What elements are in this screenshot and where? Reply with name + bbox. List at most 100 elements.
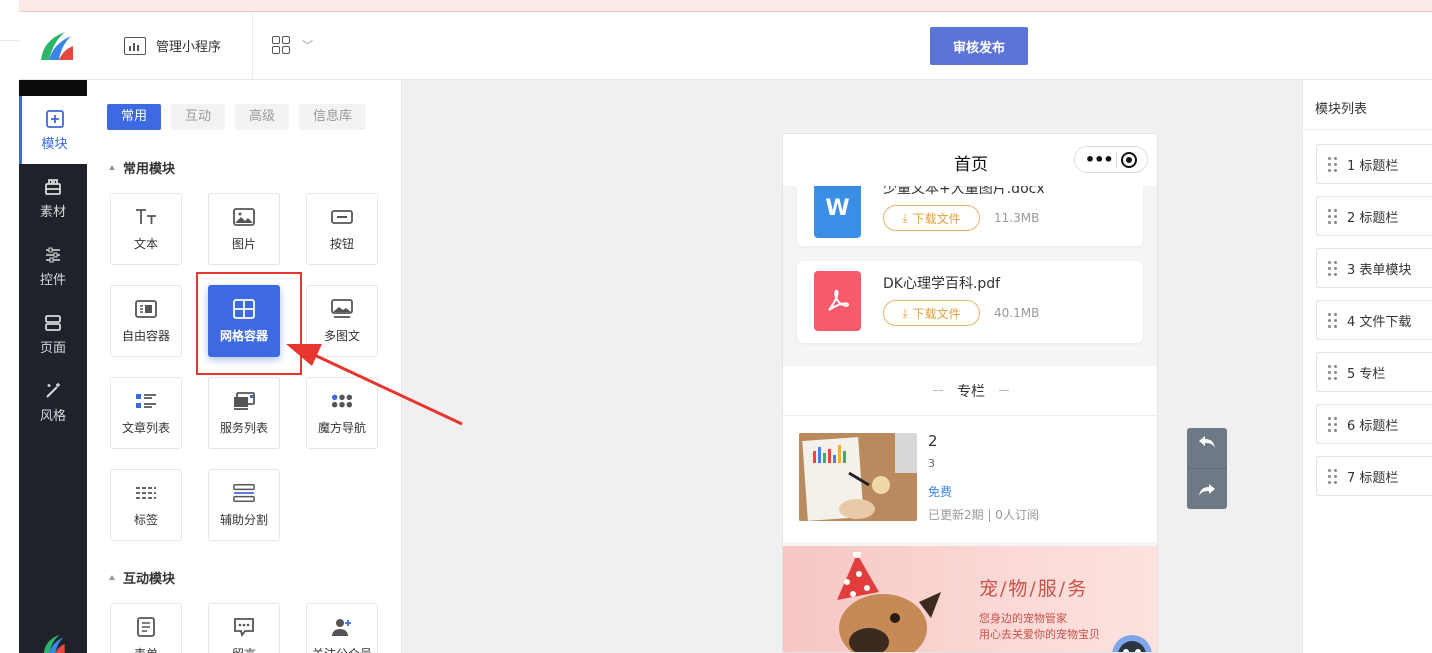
undo-icon[interactable] — [1197, 434, 1217, 455]
multi-image-icon — [331, 298, 353, 319]
magic-wand-icon — [43, 381, 63, 401]
banner-line-1: 您身边的宠物管家 — [979, 612, 1067, 625]
drag-handle-icon[interactable] — [1328, 208, 1337, 224]
message-icon — [233, 617, 255, 637]
nav-label: 风格 — [39, 408, 66, 424]
module-message[interactable]: 留言 — [208, 603, 280, 653]
module-divider[interactable]: 辅助分割 — [208, 469, 280, 541]
section-common-title[interactable]: 常用模块 — [109, 158, 175, 177]
follow-icon — [331, 617, 353, 637]
chevron-down-icon: ﹀ — [302, 39, 313, 52]
collapse-icon — [109, 575, 115, 580]
pet-service-banner[interactable]: 宠/物/服/务 您身边的宠物管家 用心去关爱你的宠物宝贝 — [783, 546, 1157, 653]
module-free-container[interactable]: 自由容器 — [110, 285, 182, 357]
redo-icon[interactable] — [1197, 482, 1217, 503]
module-button[interactable]: 按钮 — [306, 193, 378, 265]
side-nav: 模块 素材 控件 页面 风格 — [19, 80, 87, 653]
text-icon — [135, 207, 157, 227]
record-icon[interactable] — [1121, 151, 1138, 168]
module-list-item[interactable]: 6 标题栏 — [1316, 404, 1432, 444]
service-list-icon — [233, 391, 255, 411]
column-title: 2 — [928, 432, 938, 450]
image-icon — [233, 207, 255, 227]
module-tabs: 常用 互动 高级 信息库 — [107, 104, 367, 130]
module-list-item[interactable]: 3 表单模块 — [1316, 248, 1432, 288]
miniprogram-capsule[interactable]: ••• — [1074, 146, 1148, 173]
dog-illustration — [837, 552, 941, 652]
pdf-file-icon — [814, 271, 861, 331]
drag-handle-icon[interactable] — [1328, 312, 1337, 328]
drag-handle-icon[interactable] — [1328, 156, 1337, 172]
nav-item-modules[interactable]: 模块 — [19, 96, 87, 164]
publish-button[interactable]: 审核发布 — [930, 27, 1028, 65]
module-list-item[interactable]: 1 标题栏 — [1316, 144, 1432, 184]
app-logo — [41, 32, 73, 60]
drag-handle-icon[interactable] — [1328, 468, 1337, 484]
download-icon: ⤓ — [902, 210, 908, 225]
tab-interactive[interactable]: 互动 — [171, 104, 226, 130]
sliders-icon — [43, 245, 63, 265]
tab-advanced[interactable]: 高级 — [235, 104, 290, 130]
column-section: 专栏 2 3 免费 已更新2期 | 0人订阅 — [783, 366, 1157, 542]
section-interactive-title[interactable]: 互动模块 — [109, 568, 175, 587]
apps-dropdown[interactable]: ﹀ — [272, 36, 313, 54]
banner-title: 宠/物/服/务 — [979, 578, 1089, 600]
apps-grid-icon — [272, 36, 290, 54]
article-list-icon — [135, 391, 157, 411]
drag-handle-icon[interactable] — [1328, 260, 1337, 276]
manage-miniprogram-button[interactable]: 管理小程序 — [124, 36, 221, 55]
tag-icon — [135, 483, 157, 503]
nav-item-material[interactable]: 素材 — [19, 164, 87, 232]
drag-handle-icon[interactable] — [1328, 364, 1337, 380]
file-name: 少量文本+大量图片.docx — [883, 186, 1045, 197]
file-card-pdf: DK心理学百科.pdf ⤓ 下载文件 40.1MB — [797, 261, 1143, 343]
plus-square-icon — [45, 109, 65, 129]
nav-label: 页面 — [39, 340, 66, 356]
module-follow[interactable]: 关注公众号 — [306, 603, 378, 653]
file-size: 40.1MB — [994, 306, 1040, 320]
robot-assistant-icon[interactable] — [1109, 632, 1155, 653]
module-text[interactable]: 文本 — [110, 193, 182, 265]
column-subtitle: 3 — [928, 457, 935, 470]
module-list-panel: 模块列表 1 标题栏 2 标题栏 3 表单模块 4 文件下载 5 专栏 6 标题… — [1302, 80, 1432, 653]
nav-label: 素材 — [39, 204, 66, 220]
module-service-list[interactable]: 服务列表 — [208, 377, 280, 449]
download-button[interactable]: ⤓ 下载文件 — [883, 205, 980, 231]
tab-common[interactable]: 常用 — [107, 104, 162, 130]
form-icon — [135, 616, 157, 637]
file-card-docx: W 少量文本+大量图片.docx ⤓ 下载文件 11.3MB — [797, 186, 1143, 246]
download-icon: ⤓ — [902, 305, 908, 320]
column-price: 免费 — [928, 485, 953, 499]
notice-strip — [19, 0, 1432, 12]
nav-item-controls[interactable]: 控件 — [19, 232, 87, 300]
nav-item-style[interactable]: 风格 — [19, 368, 87, 436]
manage-label: 管理小程序 — [156, 40, 222, 55]
nav-item-pages[interactable]: 页面 — [19, 300, 87, 368]
column-cover-image[interactable] — [799, 433, 917, 521]
download-button[interactable]: ⤓ 下载文件 — [883, 300, 980, 326]
banner-line-2: 用心去关爱你的宠物宝贝 — [979, 628, 1100, 641]
phone-header: 首页 ••• — [783, 134, 1157, 186]
top-header: 管理小程序 ﹀ 审核发布 — [19, 12, 1432, 80]
module-list-item[interactable]: 5 专栏 — [1316, 352, 1432, 392]
undo-redo-toolbar — [1187, 428, 1227, 509]
word-file-icon: W — [814, 186, 861, 238]
module-article-list[interactable]: 文章列表 — [110, 377, 182, 449]
module-tag[interactable]: 标签 — [110, 469, 182, 541]
tab-info-library[interactable]: 信息库 — [299, 104, 367, 130]
module-list-item[interactable]: 4 文件下载 — [1316, 300, 1432, 340]
divider-icon — [233, 483, 255, 503]
module-list-item[interactable]: 2 标题栏 — [1316, 196, 1432, 236]
free-container-icon — [135, 299, 157, 319]
module-image[interactable]: 图片 — [208, 193, 280, 265]
bar-chart-icon — [124, 36, 146, 55]
collapse-icon — [109, 165, 115, 170]
pages-icon — [43, 313, 63, 333]
drag-handle-icon[interactable] — [1328, 416, 1337, 432]
module-list-item[interactable]: 7 标题栏 — [1316, 456, 1432, 496]
module-form[interactable]: 表单 — [110, 603, 182, 653]
module-list-title: 模块列表 — [1315, 102, 1368, 117]
nav-label: 控件 — [39, 272, 66, 288]
column-meta: 已更新2期 | 0人订阅 — [928, 508, 1039, 522]
more-icon[interactable]: ••• — [1085, 150, 1114, 169]
